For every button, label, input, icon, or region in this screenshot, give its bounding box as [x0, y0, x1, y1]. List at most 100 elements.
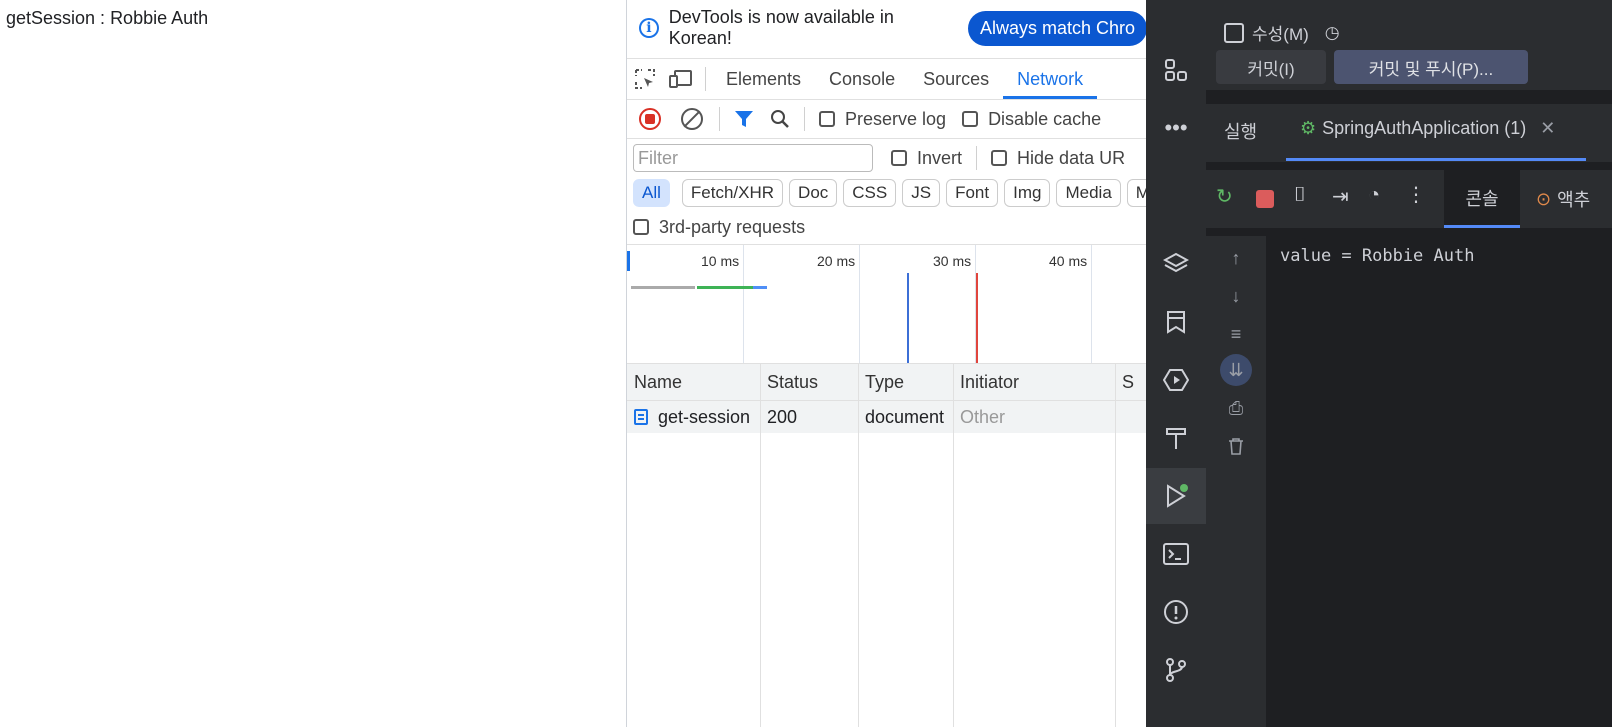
timeline-gridline: [859, 245, 860, 363]
hide-data-urls-checkbox[interactable]: Hide data UR: [991, 148, 1125, 169]
type-js[interactable]: JS: [902, 179, 941, 207]
arrow-up-icon[interactable]: ↑: [1218, 242, 1254, 274]
timeline-ttfb-bar: [697, 286, 753, 289]
checkbox-box[interactable]: [633, 219, 649, 235]
checkbox-box[interactable]: [1224, 22, 1244, 43]
type-fetch-xhr[interactable]: Fetch/XHR: [681, 179, 784, 207]
type-manifest[interactable]: Ma: [1126, 179, 1147, 207]
request-type: document: [865, 406, 945, 427]
type-font[interactable]: Font: [946, 179, 999, 207]
console-side-toolbar: ↑ ↓ ≡ ⇊ ⎙: [1206, 236, 1266, 727]
header-type[interactable]: Type: [858, 364, 954, 400]
actuator-icon: ⊙: [1536, 188, 1552, 209]
disable-cache-label: Disable cache: [988, 108, 1102, 129]
run-icon[interactable]: [1146, 468, 1206, 524]
arrow-down-icon[interactable]: ↓: [1218, 280, 1254, 312]
stop-recording-icon[interactable]: [639, 108, 661, 130]
type-doc[interactable]: Doc: [789, 179, 838, 207]
build-hammer-icon[interactable]: [1146, 410, 1206, 466]
ide-tool-rail: •••: [1146, 0, 1206, 727]
header-name[interactable]: Name: [627, 364, 760, 400]
more-options-icon[interactable]: ⋮: [1406, 182, 1426, 207]
banner-text: DevTools is now available in Korean!: [668, 7, 894, 48]
toolbar-divider: [705, 67, 706, 91]
layers-icon[interactable]: [1146, 236, 1206, 292]
network-timeline[interactable]: 10 ms 20 ms 30 ms 40 ms: [627, 244, 1147, 364]
close-icon[interactable]: ✕: [1540, 118, 1555, 139]
inspect-element-icon[interactable]: [627, 59, 663, 99]
modify-option[interactable]: 수성(M) ◷: [1224, 20, 1340, 45]
tab-sources[interactable]: Sources: [909, 59, 1003, 99]
third-party-checkbox[interactable]: 3rd-party requests: [627, 212, 805, 242]
column-divider: [760, 364, 761, 727]
tab-elements[interactable]: Elements: [712, 59, 815, 99]
header-size[interactable]: S: [1115, 364, 1147, 400]
modify-label: 수성(M): [1252, 25, 1309, 44]
checkbox-box[interactable]: [962, 111, 979, 127]
search-icon[interactable]: [762, 99, 798, 139]
timeline-selection-handle[interactable]: [627, 251, 630, 271]
commit-button[interactable]: 커밋(I): [1216, 50, 1326, 84]
type-media[interactable]: Media: [1056, 179, 1121, 207]
trash-icon[interactable]: [1218, 430, 1254, 462]
rerun-icon[interactable]: ↻: [1216, 184, 1233, 209]
run-config-name: SpringAuthApplication (1): [1322, 118, 1527, 138]
tab-network[interactable]: Network: [1003, 59, 1098, 99]
device-toolbar-icon[interactable]: [663, 59, 699, 99]
screenshot-icon[interactable]: ⌷: [1294, 184, 1306, 207]
scroll-to-end-icon[interactable]: ⇊: [1220, 354, 1252, 386]
profiler-icon[interactable]: ◔: [1368, 184, 1380, 207]
commit-panel: 수성(M) ◷ 커밋(I) 커밋 및 푸시(P)...: [1206, 0, 1612, 90]
column-divider: [953, 364, 954, 727]
run-config-tab[interactable]: ⚙ SpringAuthApplication (1) ✕: [1300, 118, 1555, 139]
third-party-label: 3rd-party requests: [659, 216, 806, 237]
console-output: value = Robbie Auth: [1280, 246, 1475, 266]
column-divider: [858, 364, 859, 727]
table-row[interactable]: get-session 200 document Other: [627, 401, 1147, 433]
always-match-button[interactable]: Always match Chro: [967, 10, 1147, 46]
history-icon[interactable]: ◷: [1325, 23, 1340, 43]
git-icon[interactable]: [1146, 0, 1206, 24]
load-event-marker: [976, 273, 978, 363]
checkbox-box[interactable]: [819, 111, 835, 127]
checkbox-box[interactable]: [891, 150, 907, 166]
header-status[interactable]: Status: [760, 364, 858, 400]
header-initiator[interactable]: Initiator: [953, 364, 1115, 400]
active-tab-indicator: [1286, 158, 1586, 161]
terminal-icon[interactable]: [1146, 526, 1206, 582]
print-icon[interactable]: ⎙: [1218, 392, 1254, 424]
timeline-download-bar: [753, 286, 767, 289]
problems-icon[interactable]: [1146, 584, 1206, 640]
bookmark-icon[interactable]: [1146, 294, 1206, 350]
preserve-log-checkbox[interactable]: Preserve log: [819, 109, 946, 130]
filter-input[interactable]: Filter: [633, 144, 873, 172]
invert-checkbox[interactable]: Invert: [891, 148, 962, 169]
structure-icon[interactable]: [1146, 42, 1206, 98]
soft-wrap-icon[interactable]: ≡: [1218, 318, 1254, 350]
row-name-cell[interactable]: get-session: [627, 401, 760, 433]
commit-and-push-button[interactable]: 커밋 및 푸시(P)...: [1334, 50, 1528, 84]
devtools-tabbar: Elements Console Sources Network: [627, 58, 1147, 100]
preserve-log-label: Preserve log: [845, 108, 947, 129]
tab-console[interactable]: 콘솔: [1444, 170, 1520, 228]
request-status: 200: [767, 406, 798, 427]
version-control-icon[interactable]: [1146, 642, 1206, 698]
tab-actuator[interactable]: ⊙ 액추: [1536, 186, 1590, 212]
type-css[interactable]: CSS: [843, 179, 897, 207]
info-icon: i: [639, 18, 659, 38]
run-label: 실행: [1224, 122, 1258, 142]
stop-icon[interactable]: [1256, 190, 1274, 208]
ide-window: ••• 수성(M) ◷ 커밋(I) 커밋 및 푸시(P)... 실행 ⚙ Spr…: [1146, 0, 1612, 727]
tab-console[interactable]: Console: [815, 59, 909, 99]
document-icon: [634, 409, 648, 425]
filter-icon[interactable]: [726, 99, 762, 139]
more-tools-icon[interactable]: •••: [1146, 100, 1206, 156]
exit-icon[interactable]: ⇥: [1332, 184, 1349, 209]
services-icon[interactable]: [1146, 352, 1206, 408]
type-img[interactable]: Img: [1004, 179, 1051, 207]
timeline-gridline: [1091, 245, 1092, 363]
checkbox-box[interactable]: [991, 150, 1008, 166]
disable-cache-checkbox[interactable]: Disable cache: [962, 109, 1101, 130]
clear-log-icon[interactable]: [681, 108, 703, 130]
type-all[interactable]: All: [633, 179, 670, 207]
